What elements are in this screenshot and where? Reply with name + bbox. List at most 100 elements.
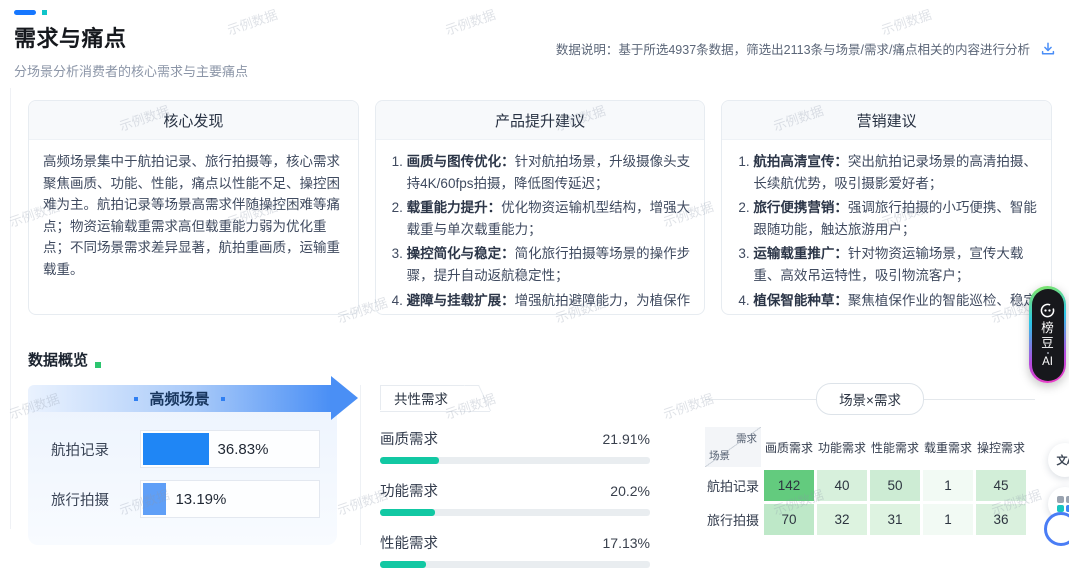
ai-label-suffix: AI xyxy=(1042,355,1053,368)
need-value: 20.2% xyxy=(610,483,650,499)
need-label: 功能需求 xyxy=(380,484,438,500)
matrix-column-header: 画质需求 xyxy=(764,440,813,455)
matrix-cell: 50 xyxy=(870,470,920,501)
need-track xyxy=(380,509,650,516)
need-value: 21.91% xyxy=(602,431,650,447)
watermark-text: 示例数据 xyxy=(443,6,498,39)
card-body: 高频场景集中于航拍记录、旅行拍摄等，核心需求聚焦画质、功能、性能，痛点以性能不足… xyxy=(29,140,358,289)
page-subtitle: 分场景分析消费者的核心需求与主要痛点 xyxy=(14,64,249,79)
need-label: 性能需求 xyxy=(380,536,438,552)
matrix-column-header: 性能需求 xyxy=(870,440,919,455)
download-button[interactable] xyxy=(1039,40,1057,58)
need-row: 画质需求 21.91% xyxy=(380,428,650,464)
matrix-row-label: 旅行拍摄 xyxy=(706,513,759,528)
matrix-cell: 45 xyxy=(976,470,1026,501)
matrix-cell: 70 xyxy=(764,504,814,535)
ai-assistant-button[interactable]: 榜 豆 AI xyxy=(1029,286,1066,383)
list-item: 避障与挂载扩展：增强航拍避障能力，为植保作业增加多模态挂载接口。 xyxy=(407,290,691,314)
scene-label: 航拍记录 xyxy=(51,442,109,459)
download-icon xyxy=(1041,41,1055,55)
card-core-findings: 核心发现 高频场景集中于航拍记录、旅行拍摄等，核心需求聚焦画质、功能、性能，痛点… xyxy=(28,100,359,315)
core-findings-text: 高频场景集中于航拍记录、旅行拍摄等，核心需求聚焦画质、功能、性能，痛点以性能不足… xyxy=(43,154,340,277)
watermark-text: 示例数据 xyxy=(879,6,934,39)
scene-bar: 13.19% xyxy=(140,480,320,518)
card-body: 画质与图传优化：针对航拍场景，升级摄像头支持4K/60fps拍摄，降低图传延迟；… xyxy=(376,140,705,314)
content-left-divider xyxy=(10,88,11,529)
matrix-cell: 40 xyxy=(817,470,867,501)
card-body: 航拍高清宣传：突出航拍记录场景的高清拍摄、长续航优势，吸引摄影爱好者； 旅行便携… xyxy=(722,140,1051,314)
card-title: 核心发现 xyxy=(29,101,358,140)
scenes-panel-header: 高频场景 xyxy=(28,385,331,412)
floating-tool-button[interactable] xyxy=(1044,512,1069,546)
matrix-cell: 1 xyxy=(923,470,973,501)
ai-robot-icon xyxy=(1040,303,1055,317)
blue-square-icon xyxy=(220,396,225,401)
page-title: 需求与痛点 xyxy=(14,26,127,51)
scene-value: 36.83% xyxy=(217,440,269,458)
needs-tab: 共性需求 xyxy=(380,385,490,412)
scene-value: 13.19% xyxy=(175,490,227,508)
title-accent-dot-icon xyxy=(42,9,47,15)
scene-bar-fill xyxy=(143,483,167,515)
scene-need-matrix-panel: 场景×需求 需求 场景 画质需求 功能需求 性能需求 载重需求 操控需求 航拍记… xyxy=(705,383,1036,535)
need-track xyxy=(380,561,650,568)
card-title: 营销建议 xyxy=(722,101,1052,140)
divider-line xyxy=(923,398,1036,400)
matrix-cell: 31 xyxy=(870,504,920,535)
page-header: 需求与痛点 分场景分析消费者的核心需求与主要痛点 xyxy=(14,8,248,80)
title-accent-dash-icon xyxy=(14,9,36,15)
card-title: 产品提升建议 xyxy=(375,101,705,140)
need-fill xyxy=(380,509,435,516)
matrix-corner-cell: 需求 场景 xyxy=(705,427,761,467)
need-value: 17.13% xyxy=(602,535,650,551)
green-square-icon xyxy=(95,362,102,368)
matrix-column-header: 载重需求 xyxy=(923,440,972,455)
marketing-suggestion-list: 航拍高清宣传：突出航拍记录场景的高清拍摄、长续航优势，吸引摄影爱好者； 旅行便携… xyxy=(736,151,1037,314)
list-item: 旅行便携营销：强调旅行拍摄的小巧便携、智能跟随功能，触达旅游用户； xyxy=(753,197,1037,240)
matrix-cell: 1 xyxy=(923,504,973,535)
common-needs-panel: 共性需求 画质需求 21.91% 功能需求 20.2% 性能需求 17.13% xyxy=(360,385,652,568)
overview-heading-text: 数据概览 xyxy=(28,352,89,369)
matrix-cell: 142 xyxy=(764,470,814,501)
scenes-panel-title: 高频场景 xyxy=(149,391,210,408)
data-note-text: 数据说明：基于所选4937条数据，筛选出2113条与场景/需求/痛点相关的内容进… xyxy=(555,43,1030,57)
matrix-cell: 36 xyxy=(976,504,1026,535)
arrow-right-icon xyxy=(331,376,358,420)
dot-icon xyxy=(1046,351,1049,354)
matrix-column-header: 功能需求 xyxy=(817,440,866,455)
matrix-header: 场景×需求 xyxy=(705,383,1036,415)
need-row: 功能需求 20.2% xyxy=(380,480,650,516)
matrix-table: 需求 场景 画质需求 功能需求 性能需求 载重需求 操控需求 航拍记录 142 … xyxy=(705,427,1035,535)
list-item: 运输载重推广：针对物资运输场景，宣传大载重、高效吊运特性，吸引物流客户； xyxy=(753,243,1037,286)
ai-label-char: 豆 xyxy=(1041,335,1054,350)
data-note: 数据说明：基于所选4937条数据，筛选出2113条与场景/需求/痛点相关的内容进… xyxy=(556,39,1057,58)
blue-square-icon xyxy=(134,396,139,401)
card-product-suggestions: 产品提升建议 画质与图传优化：针对航拍场景，升级摄像头支持4K/60fps拍摄，… xyxy=(374,100,706,315)
product-suggestion-list: 画质与图传优化：针对航拍场景，升级摄像头支持4K/60fps拍摄，降低图传延迟；… xyxy=(390,151,691,314)
needs-tab-label: 共性需求 xyxy=(380,385,464,410)
translate-icon: 文A xyxy=(1056,455,1069,467)
insight-cards: 核心发现 高频场景集中于航拍记录、旅行拍摄等，核心需求聚焦画质、功能、性能，痛点… xyxy=(28,100,1053,315)
scene-bar-row: 航拍记录 36.83% xyxy=(51,430,320,468)
need-label: 画质需求 xyxy=(380,432,438,448)
translate-button[interactable]: 文A xyxy=(1048,443,1069,477)
list-item: 载重能力提升：优化物资运输机型结构，增强大载重与单次载重能力； xyxy=(407,197,691,240)
scene-bar: 36.83% xyxy=(140,430,320,468)
list-item: 植保智能种草：聚焦植保作业的智能巡检、稳定飞行，触达农业作业群体。 xyxy=(753,290,1037,314)
matrix-title: 场景×需求 xyxy=(816,383,924,415)
scene-bar-row: 旅行拍摄 13.19% xyxy=(51,480,320,518)
list-item: 航拍高清宣传：突出航拍记录场景的高清拍摄、长续航优势，吸引摄影爱好者； xyxy=(753,151,1037,194)
scene-label: 旅行拍摄 xyxy=(51,492,109,509)
need-track xyxy=(380,457,650,464)
matrix-row-label: 航拍记录 xyxy=(706,479,759,494)
divider-line xyxy=(705,398,817,400)
matrix-column-header: 操控需求 xyxy=(976,440,1025,455)
list-item: 操控简化与稳定：简化旅行拍摄等场景的操作步骤，提升自动返航稳定性； xyxy=(407,243,691,286)
card-marketing-suggestions: 营销建议 航拍高清宣传：突出航拍记录场景的高清拍摄、长续航优势，吸引摄影爱好者；… xyxy=(721,100,1053,315)
apps-grid-icon xyxy=(1057,496,1069,512)
ai-label-char: 榜 xyxy=(1041,320,1054,335)
matrix-cell: 32 xyxy=(817,504,867,535)
scene-bar-fill xyxy=(143,433,209,465)
need-row: 性能需求 17.13% xyxy=(380,532,650,568)
overview-heading: 数据概览 xyxy=(28,349,102,370)
